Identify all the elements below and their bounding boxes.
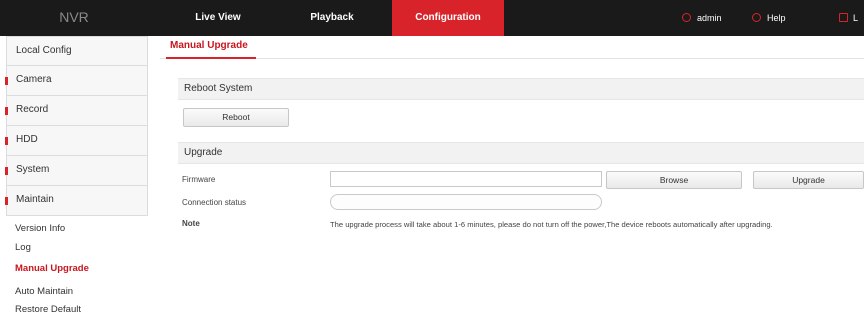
submenu-restore-default[interactable]: Restore Default [6,300,148,320]
connection-status-label: Connection status [182,198,247,207]
submenu-manual-upgrade[interactable]: Manual Upgrade [6,259,148,279]
menu-marker-icon [5,137,8,145]
note-label: Note [182,219,200,228]
sidebar-item-maintain[interactable]: Maintain [5,186,148,216]
menu-marker-icon [5,77,8,85]
logout-link[interactable]: L [853,0,858,36]
firmware-label: Firmware [182,175,216,184]
upgrade-section-header: Upgrade [178,142,864,164]
sidebar-item-local-config[interactable]: Local Config [6,36,148,66]
user-icon [682,13,691,22]
sidebar-item-hdd[interactable]: HDD [5,126,148,156]
menu-marker-icon [5,167,8,175]
menu-marker-icon [5,197,8,205]
tab-configuration[interactable]: Configuration [392,0,504,36]
sidebar-item-label: Record [16,104,49,115]
page-title: Manual Upgrade [170,40,248,51]
note-text: The upgrade process will take about 1-6 … [330,220,773,229]
help-link[interactable]: Help [767,0,786,36]
logout-icon [839,13,848,22]
help-icon [752,13,761,22]
sidebar-item-record[interactable]: Record [5,96,148,126]
tab-playback[interactable]: Playback [282,0,382,36]
sidebar-item-label: Local Config [16,45,72,56]
reboot-section-header: Reboot System [178,78,864,100]
sidebar: Local Config Camera Record HDD System Ma… [5,36,148,322]
title-accent-underline [166,57,256,59]
user-name[interactable]: admin [697,0,722,36]
submenu-version-info[interactable]: Version Info [6,219,148,239]
sidebar-item-label: Maintain [16,194,54,205]
menu-marker-icon [5,107,8,115]
connection-status-bar [330,194,602,210]
reboot-button[interactable]: Reboot [183,108,289,127]
sidebar-item-label: HDD [16,134,38,145]
upgrade-button[interactable]: Upgrade [753,171,864,189]
sidebar-item-label: System [16,164,50,175]
top-nav-bar: NVR Live View Playback Configuration adm… [0,0,864,36]
tab-live-view[interactable]: Live View [168,0,268,36]
nvr-logo: NVR [59,9,89,25]
sidebar-item-system[interactable]: System [5,156,148,186]
firmware-path-input[interactable] [330,171,602,187]
sidebar-item-camera[interactable]: Camera [5,66,148,96]
sidebar-item-label: Camera [16,74,52,85]
submenu-auto-maintain[interactable]: Auto Maintain [6,282,148,302]
submenu-log[interactable]: Log [6,238,148,258]
title-divider [160,58,864,59]
browse-button[interactable]: Browse [606,171,742,189]
